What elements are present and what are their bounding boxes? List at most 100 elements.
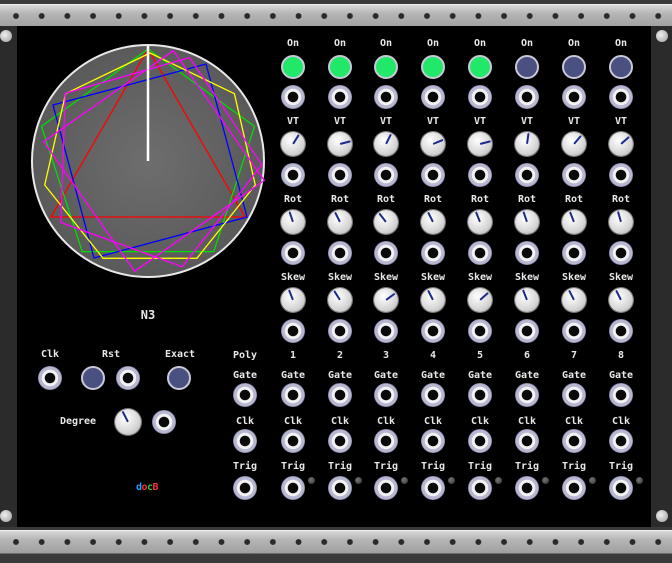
gate-output-jack-7[interactable]: [562, 383, 586, 407]
vt-knob-2[interactable]: [328, 132, 352, 156]
on-input-jack-6[interactable]: [515, 85, 539, 109]
trig-output-jack-5[interactable]: [468, 476, 492, 500]
vt-knob-4[interactable]: [421, 132, 445, 156]
vt-knob-1[interactable]: [281, 132, 305, 156]
vt-input-jack-4[interactable]: [421, 163, 445, 187]
rot-knob-1[interactable]: [281, 210, 305, 234]
skew-knob-4[interactable]: [421, 288, 445, 312]
trig-output-jack-8[interactable]: [609, 476, 633, 500]
skew-label-7: Skew: [561, 272, 587, 283]
rot-knob-3[interactable]: [374, 210, 398, 234]
vt-knob-5[interactable]: [468, 132, 492, 156]
on-button-4[interactable]: [421, 55, 445, 79]
rot-input-jack-3[interactable]: [374, 241, 398, 265]
vt-knob-7[interactable]: [562, 132, 586, 156]
poly-clk-output-jack[interactable]: [233, 429, 257, 453]
skew-input-jack-2[interactable]: [328, 319, 352, 343]
trig-output-jack-7[interactable]: [562, 476, 586, 500]
skew-knob-5[interactable]: [468, 288, 492, 312]
clk-output-jack-5[interactable]: [468, 429, 492, 453]
rot-knob-7[interactable]: [562, 210, 586, 234]
skew-knob-1[interactable]: [281, 288, 305, 312]
docb-logo: docB: [135, 482, 159, 493]
rst-button[interactable]: [81, 366, 105, 390]
clk-output-jack-4[interactable]: [421, 429, 445, 453]
rst-input-jack[interactable]: [116, 366, 140, 390]
vt-knob-8[interactable]: [609, 132, 633, 156]
rot-knob-8[interactable]: [609, 210, 633, 234]
trig-output-jack-3[interactable]: [374, 476, 398, 500]
clk-output-jack-8[interactable]: [609, 429, 633, 453]
skew-knob-6[interactable]: [515, 288, 539, 312]
skew-input-jack-5[interactable]: [468, 319, 492, 343]
gate-output-jack-5[interactable]: [468, 383, 492, 407]
vt-input-jack-6[interactable]: [515, 163, 539, 187]
skew-knob-8[interactable]: [609, 288, 633, 312]
on-button-5[interactable]: [468, 55, 492, 79]
trig-output-jack-4[interactable]: [421, 476, 445, 500]
on-input-jack-4[interactable]: [421, 85, 445, 109]
skew-input-jack-8[interactable]: [609, 319, 633, 343]
rot-input-jack-8[interactable]: [609, 241, 633, 265]
rot-input-jack-1[interactable]: [281, 241, 305, 265]
vt-input-jack-8[interactable]: [609, 163, 633, 187]
on-button-6[interactable]: [515, 55, 539, 79]
rot-input-jack-4[interactable]: [421, 241, 445, 265]
skew-knob-7[interactable]: [562, 288, 586, 312]
poly-trig-output-jack[interactable]: [233, 476, 257, 500]
clk-output-jack-2[interactable]: [328, 429, 352, 453]
on-input-jack-3[interactable]: [374, 85, 398, 109]
skew-knob-3[interactable]: [374, 288, 398, 312]
vt-input-jack-3[interactable]: [374, 163, 398, 187]
rot-input-jack-7[interactable]: [562, 241, 586, 265]
gate-output-jack-2[interactable]: [328, 383, 352, 407]
clk-output-jack-6[interactable]: [515, 429, 539, 453]
vt-knob-6[interactable]: [515, 132, 539, 156]
skew-input-jack-3[interactable]: [374, 319, 398, 343]
exact-button[interactable]: [167, 366, 191, 390]
gate-output-jack-1[interactable]: [281, 383, 305, 407]
skew-input-jack-6[interactable]: [515, 319, 539, 343]
skew-input-jack-4[interactable]: [421, 319, 445, 343]
vt-knob-3[interactable]: [374, 132, 398, 156]
vt-input-jack-1[interactable]: [281, 163, 305, 187]
on-input-jack-2[interactable]: [328, 85, 352, 109]
on-input-jack-5[interactable]: [468, 85, 492, 109]
rot-knob-2[interactable]: [328, 210, 352, 234]
on-button-8[interactable]: [609, 55, 633, 79]
vt-input-jack-7[interactable]: [562, 163, 586, 187]
rot-knob-6[interactable]: [515, 210, 539, 234]
clk-output-jack-7[interactable]: [562, 429, 586, 453]
on-button-2[interactable]: [328, 55, 352, 79]
skew-input-jack-7[interactable]: [562, 319, 586, 343]
gate-output-jack-3[interactable]: [374, 383, 398, 407]
on-button-1[interactable]: [281, 55, 305, 79]
trig-output-jack-6[interactable]: [515, 476, 539, 500]
clk-output-jack-1[interactable]: [281, 429, 305, 453]
degree-knob[interactable]: [115, 409, 141, 435]
on-button-3[interactable]: [374, 55, 398, 79]
vt-input-jack-5[interactable]: [468, 163, 492, 187]
poly-label: Poly: [232, 350, 258, 361]
trig-output-jack-2[interactable]: [328, 476, 352, 500]
skew-input-jack-1[interactable]: [281, 319, 305, 343]
clk-input-jack[interactable]: [38, 366, 62, 390]
trig-output-jack-1[interactable]: [281, 476, 305, 500]
gate-output-jack-6[interactable]: [515, 383, 539, 407]
on-input-jack-1[interactable]: [281, 85, 305, 109]
rot-knob-4[interactable]: [421, 210, 445, 234]
poly-gate-output-jack[interactable]: [233, 383, 257, 407]
rot-input-jack-5[interactable]: [468, 241, 492, 265]
rot-input-jack-6[interactable]: [515, 241, 539, 265]
degree-input-jack[interactable]: [152, 410, 176, 434]
rot-knob-5[interactable]: [468, 210, 492, 234]
on-input-jack-7[interactable]: [562, 85, 586, 109]
skew-knob-2[interactable]: [328, 288, 352, 312]
on-button-7[interactable]: [562, 55, 586, 79]
gate-output-jack-4[interactable]: [421, 383, 445, 407]
vt-input-jack-2[interactable]: [328, 163, 352, 187]
clk-output-jack-3[interactable]: [374, 429, 398, 453]
on-input-jack-8[interactable]: [609, 85, 633, 109]
rot-input-jack-2[interactable]: [328, 241, 352, 265]
gate-output-jack-8[interactable]: [609, 383, 633, 407]
